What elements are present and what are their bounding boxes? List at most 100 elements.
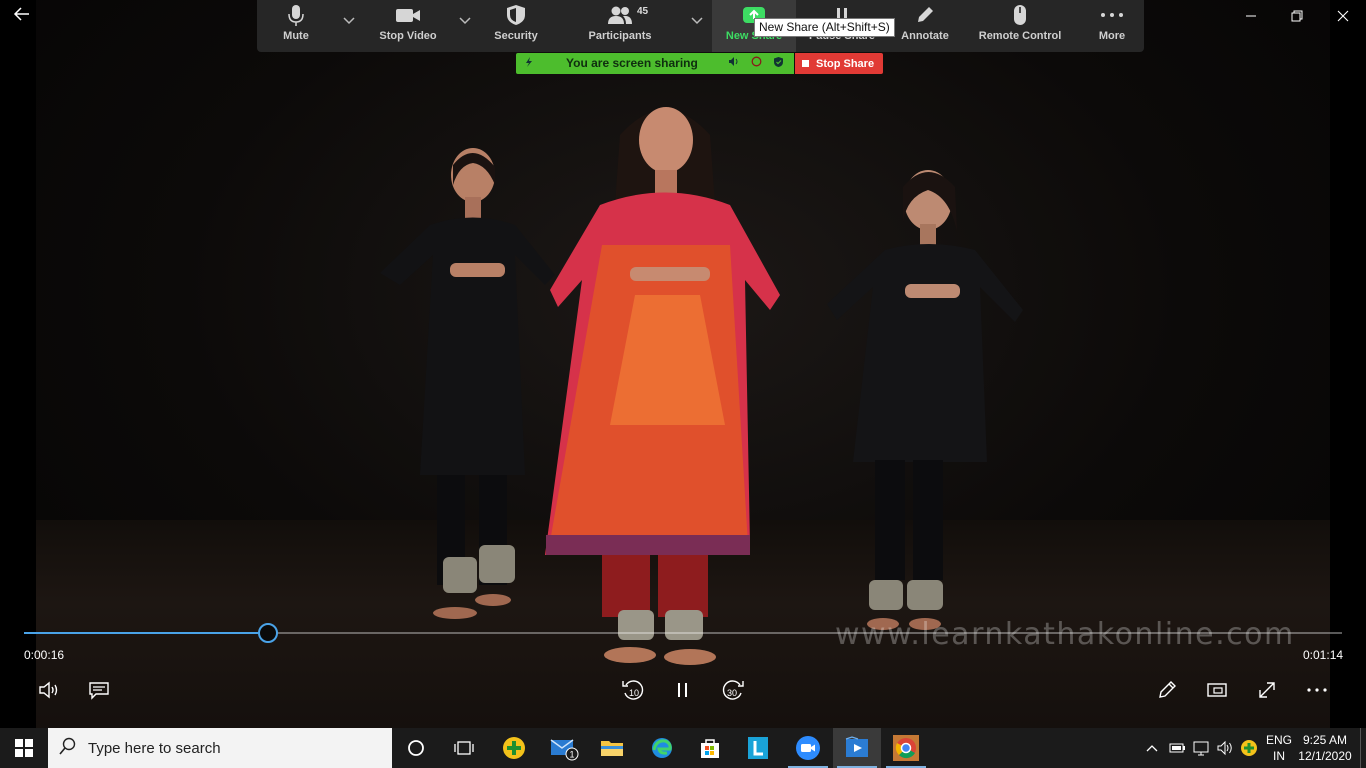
edit-button[interactable] [1153, 676, 1181, 704]
seek-bar-thumb[interactable] [257, 623, 278, 643]
show-hidden-icons-button[interactable] [1142, 728, 1162, 768]
elapsed-time: 0:00:16 [24, 648, 65, 662]
language-code: ENG [1265, 733, 1292, 747]
network-tray-button[interactable] [1190, 728, 1212, 768]
seek-bar[interactable] [24, 623, 1342, 643]
speaker-icon [728, 56, 740, 70]
search-icon [48, 737, 88, 760]
pencil-icon [1159, 681, 1176, 698]
security-button[interactable]: Security [482, 0, 550, 52]
battery-icon [1169, 743, 1185, 753]
taskbar-app-zoom[interactable] [784, 728, 832, 768]
cortana-button[interactable] [392, 728, 440, 768]
taskbar-app-file-explorer[interactable] [588, 728, 636, 768]
windows-taskbar: Type here to search 1 ENG IN 9:25 AM 12/… [0, 728, 1366, 768]
security-shield-icon [773, 56, 784, 71]
captions-button[interactable] [85, 676, 113, 704]
video-watermark: www.learnkathakonline.com [835, 617, 1295, 652]
remote-control-button[interactable]: Remote Control [973, 0, 1067, 52]
microphone-icon [288, 5, 304, 26]
search-placeholder: Type here to search [88, 739, 221, 757]
minimize-button[interactable] [1228, 0, 1274, 32]
new-share-tooltip: New Share (Alt+Shift+S) [754, 18, 895, 37]
mini-view-button[interactable] [1203, 676, 1231, 704]
input-language-indicator[interactable]: ENG IN [1264, 732, 1294, 764]
taskbar-app-l[interactable] [734, 728, 782, 768]
screen-sharing-banner[interactable]: You are screen sharing [516, 53, 794, 74]
taskbar-app-mail[interactable]: 1 [540, 728, 588, 768]
more-options-button[interactable] [1303, 676, 1331, 704]
taskbar-app-store[interactable] [686, 728, 734, 768]
taskbar-app-movies[interactable] [833, 728, 881, 768]
cortana-icon [408, 740, 424, 756]
camera-icon [396, 9, 420, 22]
more-button[interactable]: More [1082, 0, 1142, 52]
region-code: IN [1273, 749, 1285, 763]
start-button[interactable] [0, 728, 48, 768]
dancer-center [545, 107, 780, 665]
pause-button[interactable] [669, 676, 697, 704]
taskbar-app-plus[interactable] [490, 728, 538, 768]
stop-video-button[interactable]: Stop Video [365, 0, 451, 52]
battery-tray-button[interactable] [1166, 728, 1188, 768]
stop-video-label: Stop Video [379, 30, 437, 42]
captions-icon [89, 682, 109, 700]
video-options-chevron-down-icon[interactable] [459, 16, 471, 28]
forward-30-icon: 30 [722, 680, 744, 700]
chevron-up-icon [1146, 745, 1158, 752]
sharing-status-text: You are screen sharing [566, 56, 698, 70]
close-button[interactable] [1320, 0, 1366, 32]
plus-tray-icon [1241, 740, 1257, 756]
annotate-button[interactable]: Annotate [891, 0, 959, 52]
volume-tray-button[interactable] [1214, 728, 1236, 768]
zoom-icon [796, 736, 820, 760]
speaker-icon [1217, 740, 1232, 756]
store-icon [701, 739, 719, 758]
rewind-10-button[interactable]: 10 [619, 676, 647, 704]
taskbar-search-box[interactable]: Type here to search [48, 728, 392, 768]
task-view-button[interactable] [440, 728, 488, 768]
clock-date: 12/1/2020 [1298, 749, 1352, 763]
forward-30-button[interactable]: 30 [719, 676, 747, 704]
taskbar-clock[interactable]: 9:25 AM 12/1/2020 [1296, 732, 1354, 764]
zoom-share-toolbar: Mute Stop Video Security Participants 45… [257, 0, 1144, 52]
stop-share-label: Stop Share [816, 57, 875, 70]
svg-text:10: 10 [629, 688, 639, 698]
seek-bar-fill [24, 632, 268, 634]
minimize-icon [1246, 15, 1256, 17]
grip-icon[interactable] [524, 56, 534, 71]
mute-button[interactable]: Mute [265, 0, 327, 52]
dancer-left [380, 148, 555, 619]
back-button[interactable] [12, 4, 36, 28]
fullscreen-icon [1259, 682, 1275, 698]
stop-share-button[interactable]: Stop Share [795, 53, 883, 74]
restore-icon [1291, 10, 1303, 22]
volume-icon [39, 681, 58, 699]
windows-logo-icon [15, 739, 33, 757]
svg-text:30: 30 [727, 688, 737, 698]
fullscreen-button[interactable] [1253, 676, 1281, 704]
participants-button[interactable]: Participants [577, 0, 663, 52]
taskbar-app-chrome[interactable] [882, 728, 930, 768]
more-label: More [1098, 30, 1126, 42]
participants-options-chevron-down-icon[interactable] [691, 16, 703, 28]
mute-label: Mute [283, 30, 309, 42]
mail-icon: 1 [550, 739, 579, 761]
show-desktop-button[interactable] [1360, 728, 1366, 768]
more-icon [1101, 13, 1123, 17]
plus-tray-button[interactable] [1238, 728, 1260, 768]
stop-icon [802, 60, 809, 67]
video-player[interactable]: www.learnkathakonline.com 0:00:16 0:01:1… [0, 0, 1366, 728]
participants-label: Participants [588, 30, 652, 42]
audio-options-chevron-down-icon[interactable] [343, 16, 355, 28]
participants-count: 45 [637, 6, 649, 17]
ellipsis-icon [1307, 688, 1327, 692]
taskbar-app-edge[interactable] [638, 728, 686, 768]
close-icon [1337, 10, 1349, 22]
plus-app-icon [503, 737, 525, 759]
mail-badge-count: 1 [570, 750, 575, 760]
volume-button[interactable] [35, 676, 63, 704]
network-icon [1193, 741, 1209, 756]
mini-view-icon [1207, 683, 1227, 697]
restore-button[interactable] [1274, 0, 1320, 32]
